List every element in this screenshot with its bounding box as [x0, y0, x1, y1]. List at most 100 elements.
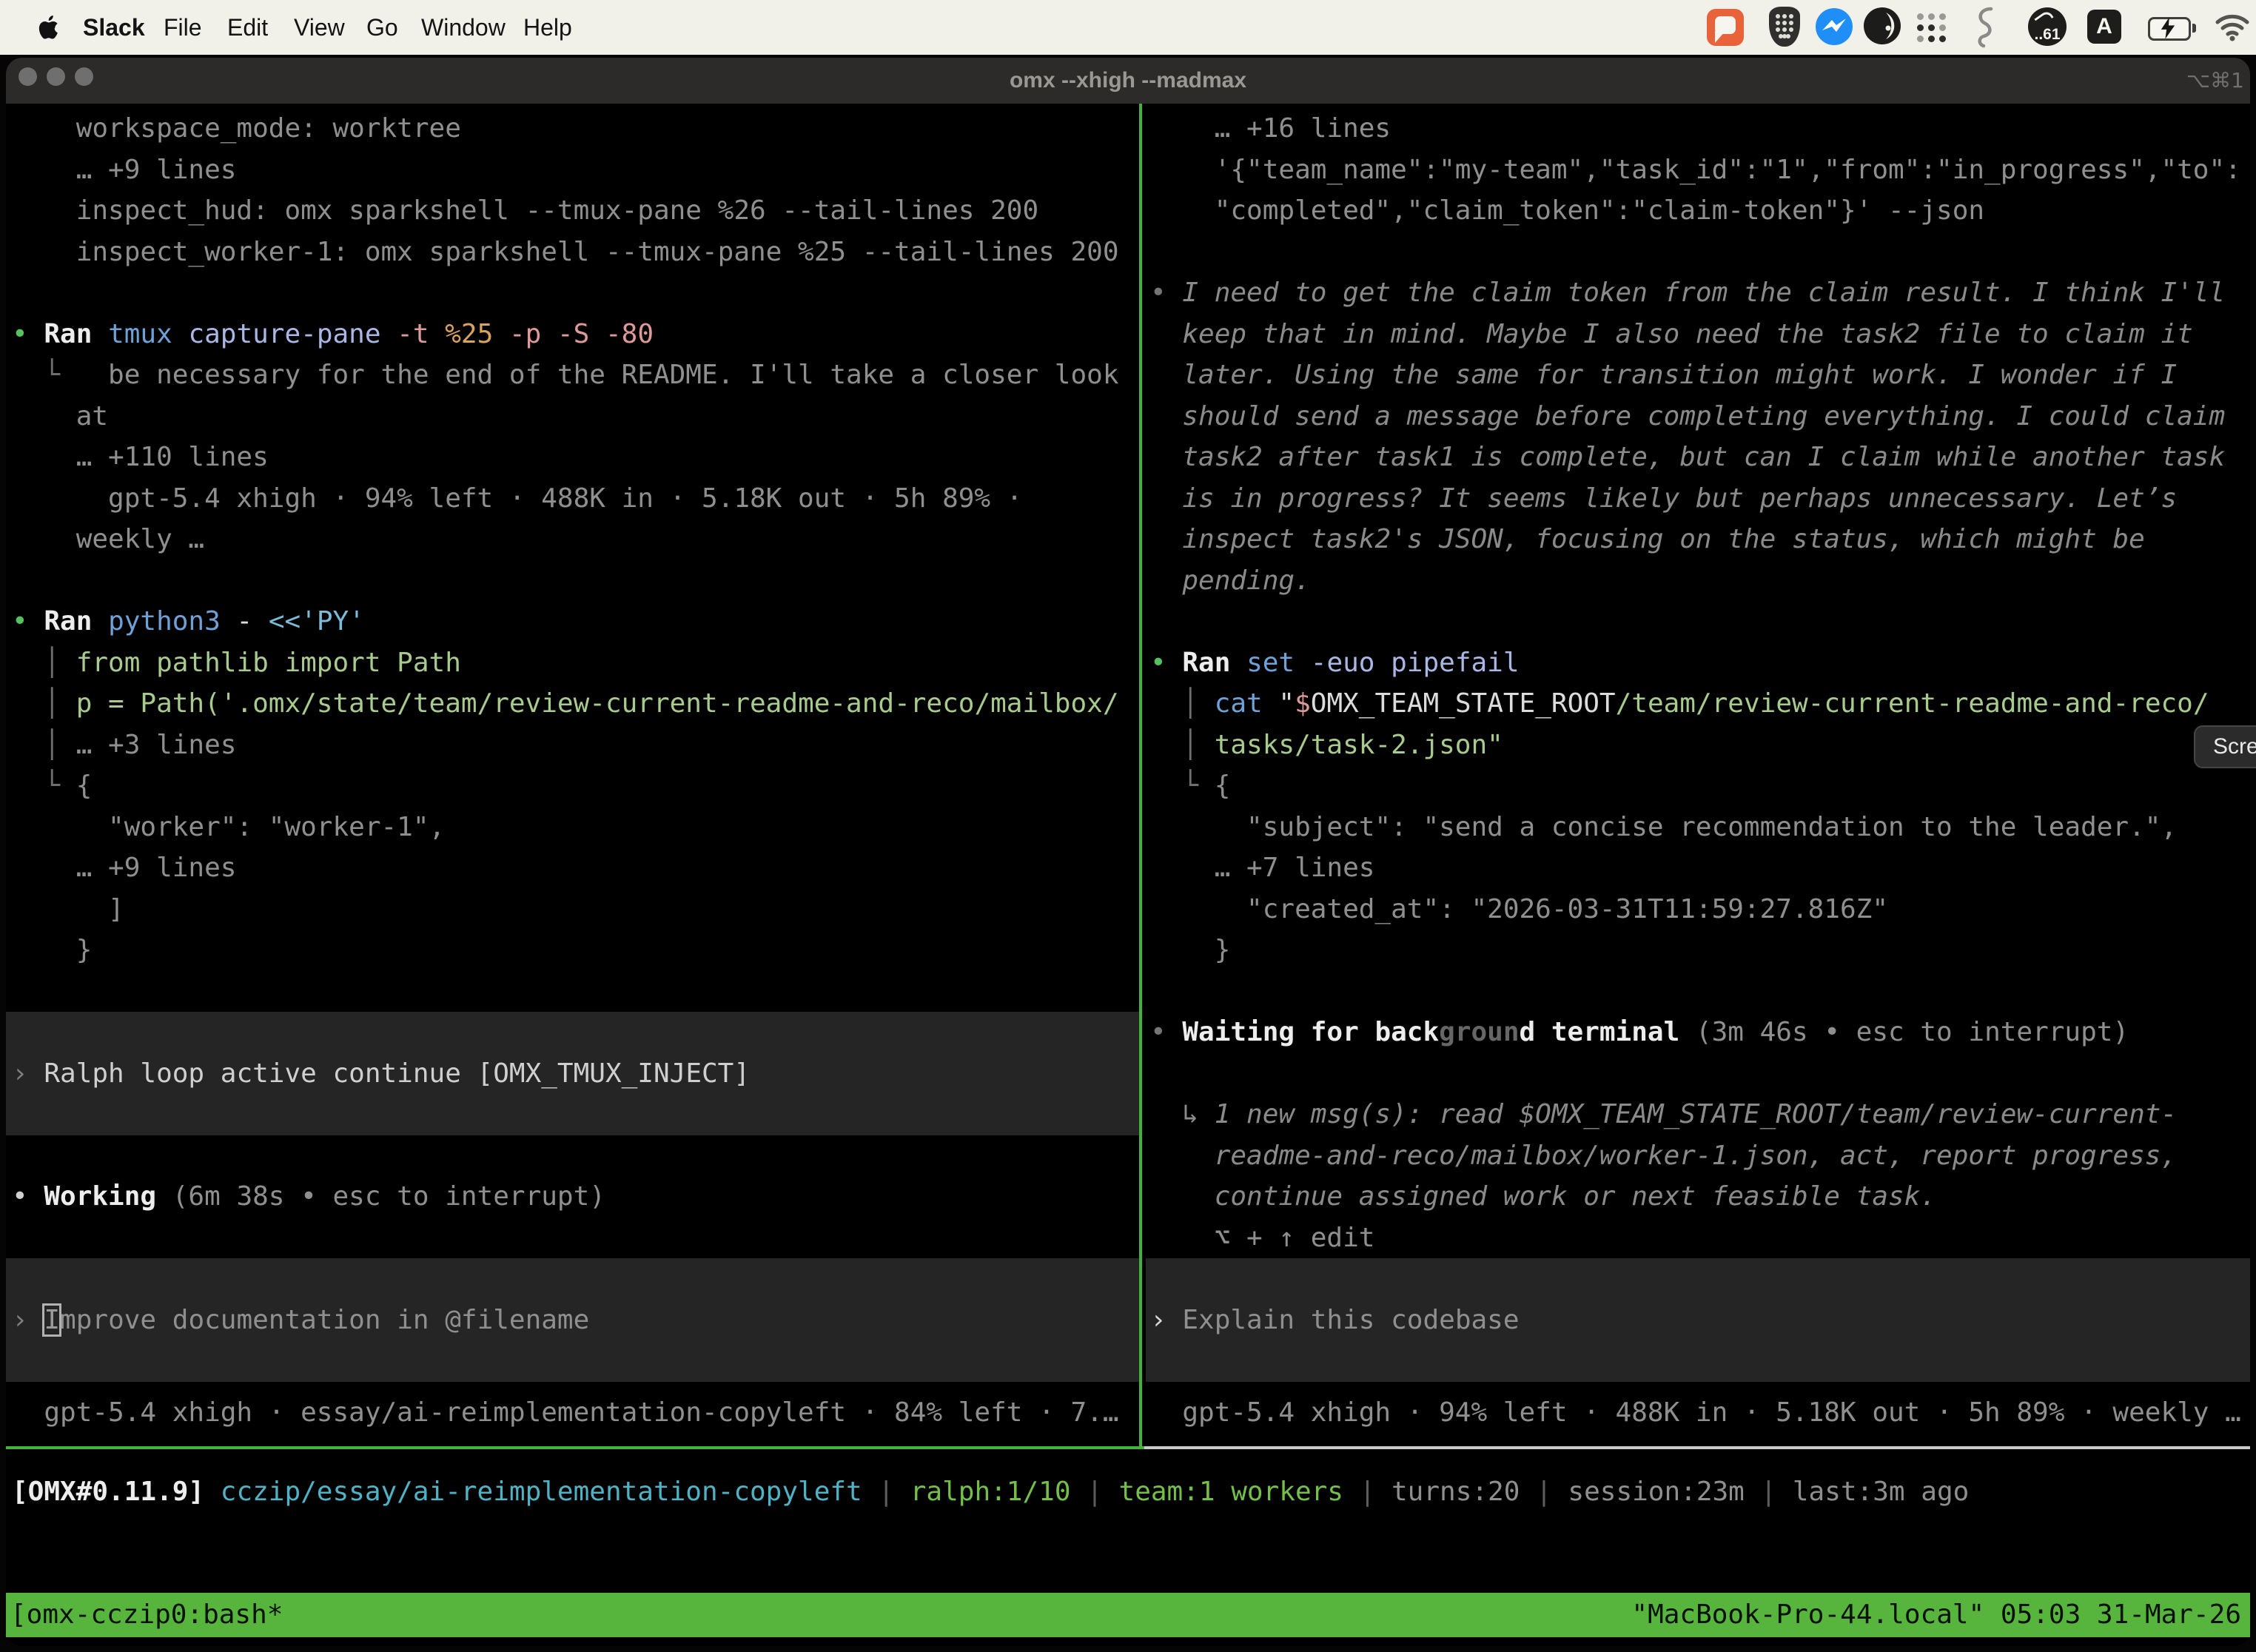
seg-cursor: I — [44, 1305, 60, 1335]
terminal-line: later. Using the same for transition mig… — [1150, 355, 2241, 396]
pane-divider[interactable] — [1139, 104, 1142, 1449]
menu-edit[interactable]: Edit — [227, 0, 268, 55]
seg-line: │ — [12, 648, 76, 678]
seg-white: Waiting for back — [1182, 1017, 1439, 1047]
seg-sep: | — [862, 1477, 910, 1507]
tmux-status-bar: [omx-cczip0:bash* "MacBook-Pro-44.local"… — [6, 1593, 2250, 1637]
terminal-line: … +16 lines — [1150, 108, 2241, 150]
seg-gray: "subject": "send a concise recommendatio… — [1150, 812, 2177, 842]
window-shortcut-hint: ⌥⌘1 — [2186, 58, 2244, 104]
terminal-line: '{"team_name":"my-team","task_id":"1","f… — [1150, 150, 2241, 191]
seg-gray: } — [1150, 935, 1230, 965]
minimize-button[interactable] — [47, 67, 65, 86]
seg-line: │ — [1150, 730, 1215, 760]
ran-set-command: • Ran set -euo pipefail — [1150, 642, 2241, 684]
squiggle-icon[interactable] — [1973, 6, 1995, 49]
prompt-input[interactable]: › Explain this codebase — [1150, 1300, 2241, 1341]
prompt-input[interactable]: › Improve documentation in @filename — [12, 1300, 1119, 1341]
seg-greenb: ralph:1/10 — [910, 1477, 1071, 1507]
dots — [1917, 13, 1924, 20]
seg-gray: gpt-5.4 xhigh · 94% left · 488K in · 5.1… — [1150, 1397, 2241, 1428]
chat-bubble-icon[interactable] — [1707, 9, 1744, 46]
terminal-line — [12, 560, 1119, 602]
seg-ital: inspect task2's JSON, focusing on the st… — [1150, 524, 2145, 554]
terminal-line — [12, 272, 1119, 314]
seg-line: │ — [12, 730, 76, 760]
seg-ital: should send a message before completing … — [1150, 401, 2225, 432]
seg-cyan: <<'PY' — [269, 606, 365, 637]
seg-gray: (3m 46s • esc to interrupt) — [1696, 1017, 2129, 1047]
menu-app-name[interactable]: Slack — [83, 0, 145, 55]
terminal-line — [12, 1218, 1119, 1259]
terminal-line: … +110 lines — [12, 437, 1119, 478]
terminal-line: } — [12, 930, 1119, 971]
seg-greenb: team:1 workers — [1119, 1477, 1343, 1507]
seg-plainw: OMX_TEAM_STATE_ROOT — [1311, 688, 1616, 719]
seg-gray: { — [76, 770, 93, 801]
zoom-button[interactable] — [75, 67, 93, 86]
seg-gbul: • — [12, 319, 44, 349]
terminal-line: gpt-5.4 xhigh · 94% left · 488K in · 5.1… — [12, 478, 1119, 520]
dots-grid-icon[interactable] — [1917, 13, 1950, 46]
seg-gray: weekly … — [12, 524, 204, 554]
seg-shim: groun — [1439, 1017, 1519, 1047]
badge-61-icon[interactable]: ..61 — [2028, 7, 2067, 46]
seg-plainw: - — [236, 606, 268, 637]
terminal-line: … +9 lines — [12, 150, 1119, 191]
terminal-line: ] — [12, 889, 1119, 930]
wifi-icon[interactable] — [2215, 12, 2250, 41]
menu-help[interactable]: Help — [523, 0, 572, 55]
seg-blue: python3 — [108, 606, 236, 637]
seg-code: /team/review-current-readme-and-reco/ — [1616, 688, 2209, 719]
seg-ital: pending. — [1150, 565, 1311, 596]
terminal-line — [1150, 232, 2241, 273]
seg-gray: "completed","claim_token":"claim-token"}… — [1150, 195, 1984, 226]
terminal-line: inspect_hud: omx sparkshell --tmux-pane … — [12, 190, 1119, 232]
seg-gray: { — [1215, 770, 1231, 801]
terminal-line: "subject": "send a concise recommendatio… — [1150, 807, 2241, 848]
seg-gray: at — [12, 401, 108, 432]
seg-gray: inspect_hud: omx sparkshell --tmux-pane … — [12, 195, 1038, 226]
seg-white: Ran — [44, 319, 108, 349]
seg-pink: -t — [397, 319, 445, 349]
seg-white: Ran — [1182, 648, 1246, 678]
battery-nub — [2192, 24, 2196, 33]
seg-gray: } — [12, 935, 92, 965]
seg-sep: | — [1343, 1477, 1391, 1507]
seg-gray: … +3 lines — [76, 730, 237, 760]
close-button[interactable] — [19, 67, 37, 86]
seg-sep: | — [1520, 1477, 1568, 1507]
seg-gray: … +9 lines — [12, 853, 236, 883]
terminal-line: └ { — [1150, 765, 2241, 807]
battery-charging-icon[interactable] — [2148, 17, 2197, 39]
messenger-icon[interactable] — [1815, 7, 1853, 46]
terminal-line: "worker": "worker-1", — [12, 807, 1119, 848]
seg-white: Ran — [44, 606, 108, 637]
menu-view[interactable]: View — [294, 0, 345, 55]
seg-orange: %25 — [445, 319, 509, 349]
seg-pink: -80 — [605, 319, 654, 349]
menu-window[interactable]: Window — [421, 0, 506, 55]
terminal-line: } — [1150, 930, 2241, 971]
apple-icon[interactable] — [38, 14, 61, 41]
seg-gray: "worker": "worker-1", — [12, 812, 445, 842]
tmux-session-window[interactable]: [omx-cczip0:bash* — [10, 1593, 283, 1637]
seg-dimbul: • — [1150, 1017, 1182, 1047]
terminal-line: "created_at": "2026-03-31T11:59:27.816Z" — [1150, 889, 2241, 930]
moon-circle-icon[interactable] — [1864, 7, 1901, 44]
chat-bubble-tail — [1715, 31, 1725, 43]
seg-gray: "created_at": "2026-03-31T11:59:27.816Z" — [1150, 894, 1888, 924]
seg-line: └ — [12, 360, 108, 390]
left-terminal-pane: workspace_mode: worktree … +9 lines insp… — [12, 108, 1119, 1433]
input-source-icon[interactable]: A — [2087, 10, 2121, 44]
terminal-line: "completed","claim_token":"claim-token"}… — [1150, 190, 2241, 232]
menu-go[interactable]: Go — [366, 0, 398, 55]
terminal-line: should send a message before completing … — [1150, 396, 2241, 437]
thinking-text: • I need to get the claim token from the… — [1150, 272, 2241, 314]
seg-white: Working — [44, 1181, 172, 1212]
seg-gray: session:23m — [1568, 1477, 1744, 1507]
seg-gbul: • — [12, 606, 44, 637]
menu-file[interactable]: File — [164, 0, 202, 55]
seg-cyanb: cczip/essay/ai-reimplementation-copyleft — [221, 1477, 862, 1507]
shield-grid-icon[interactable] — [1769, 7, 1800, 47]
